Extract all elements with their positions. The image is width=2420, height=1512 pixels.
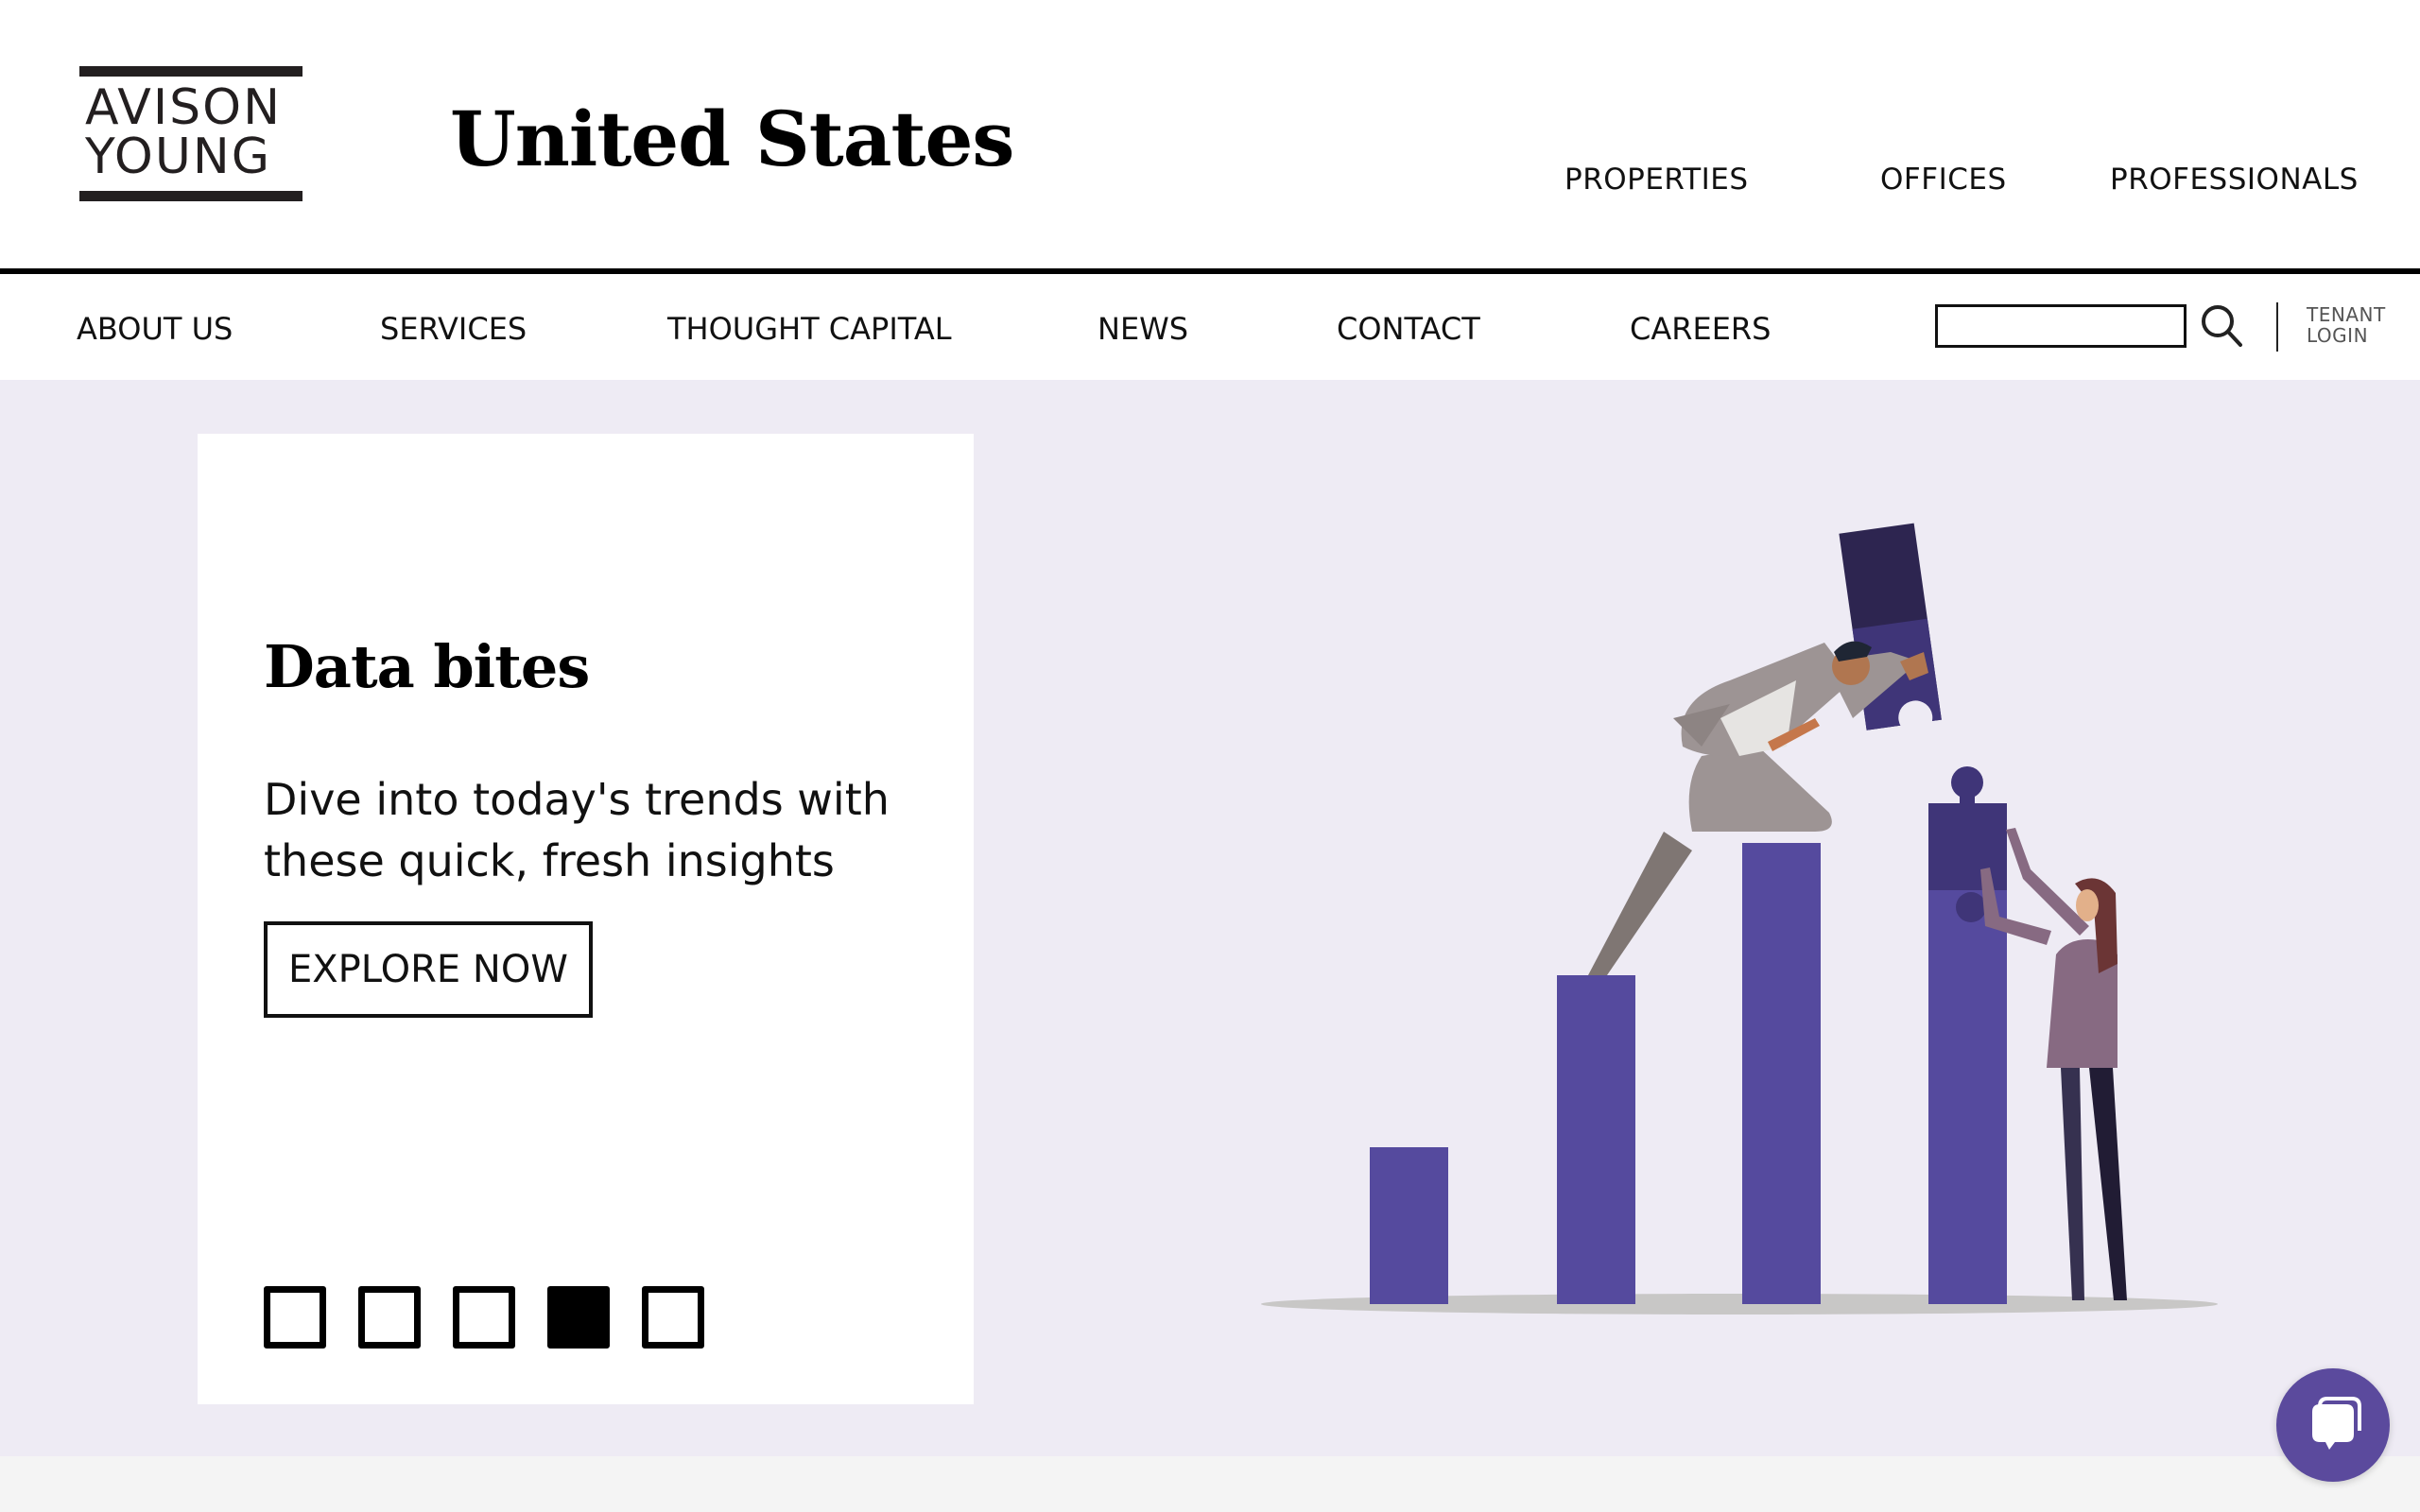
nav-item-careers[interactable]: CAREERS xyxy=(1630,310,1771,348)
carousel-dot-3[interactable] xyxy=(453,1286,515,1349)
search-icon xyxy=(2202,305,2242,347)
bar-2 xyxy=(1557,975,1635,1304)
top-link-offices[interactable]: OFFICES xyxy=(1880,161,2007,198)
search-button[interactable] xyxy=(2199,302,2246,352)
nav-item-news[interactable]: NEWS xyxy=(1098,310,1188,348)
logo-line-2: YOUNG xyxy=(85,129,272,185)
main-nav: ABOUT US SERVICES THOUGHT CAPITAL NEWS C… xyxy=(0,274,2420,380)
search-input[interactable] xyxy=(1935,304,2187,348)
next-section xyxy=(0,1456,2420,1512)
nav-item-about-us[interactable]: ABOUT US xyxy=(77,310,233,348)
logo-top-bar xyxy=(79,66,302,77)
logo-line-1: AVISON xyxy=(85,79,282,136)
tenant-login-line-1: TENANT xyxy=(2307,303,2386,326)
hero-card: Data bites Dive into today's trends with… xyxy=(198,434,974,1404)
nav-item-services[interactable]: SERVICES xyxy=(380,310,527,348)
carousel-pagination xyxy=(264,1286,704,1349)
site-title: United States xyxy=(450,94,1014,183)
bar-3 xyxy=(1742,843,1821,1304)
top-link-properties[interactable]: PROPERTIES xyxy=(1564,161,1749,198)
carousel-dot-2[interactable] xyxy=(358,1286,421,1349)
carousel-dot-1[interactable] xyxy=(264,1286,326,1349)
explore-now-button[interactable]: EXPLORE NOW xyxy=(264,921,593,1018)
carousel-dot-5[interactable] xyxy=(642,1286,704,1349)
top-link-professionals[interactable]: PROFESSIONALS xyxy=(2110,161,2359,198)
hero-description: Dive into today's trends with these quic… xyxy=(264,774,890,886)
tenant-login-link[interactable]: TENANT LOGIN xyxy=(2307,304,2386,346)
hero-title: Data bites xyxy=(264,632,590,701)
carousel-dot-4-active[interactable] xyxy=(547,1286,610,1349)
nav-item-thought-capital[interactable]: THOUGHT CAPITAL xyxy=(667,310,952,348)
tenant-login-line-2: LOGIN xyxy=(2307,324,2369,347)
hero-carousel: Data bites Dive into today's trends with… xyxy=(0,380,2420,1456)
logo-bottom-bar xyxy=(79,191,302,201)
chat-button[interactable] xyxy=(2276,1368,2390,1482)
nav-divider xyxy=(2276,302,2278,352)
avison-young-logo[interactable]: AVISON YOUNG xyxy=(79,66,302,201)
bar-1 xyxy=(1370,1147,1448,1304)
site-header: AVISON YOUNG United States PROPERTIES OF… xyxy=(0,0,2420,268)
chat-bubbles-icon xyxy=(2312,1397,2361,1450)
nav-item-contact[interactable]: CONTACT xyxy=(1337,310,1480,348)
